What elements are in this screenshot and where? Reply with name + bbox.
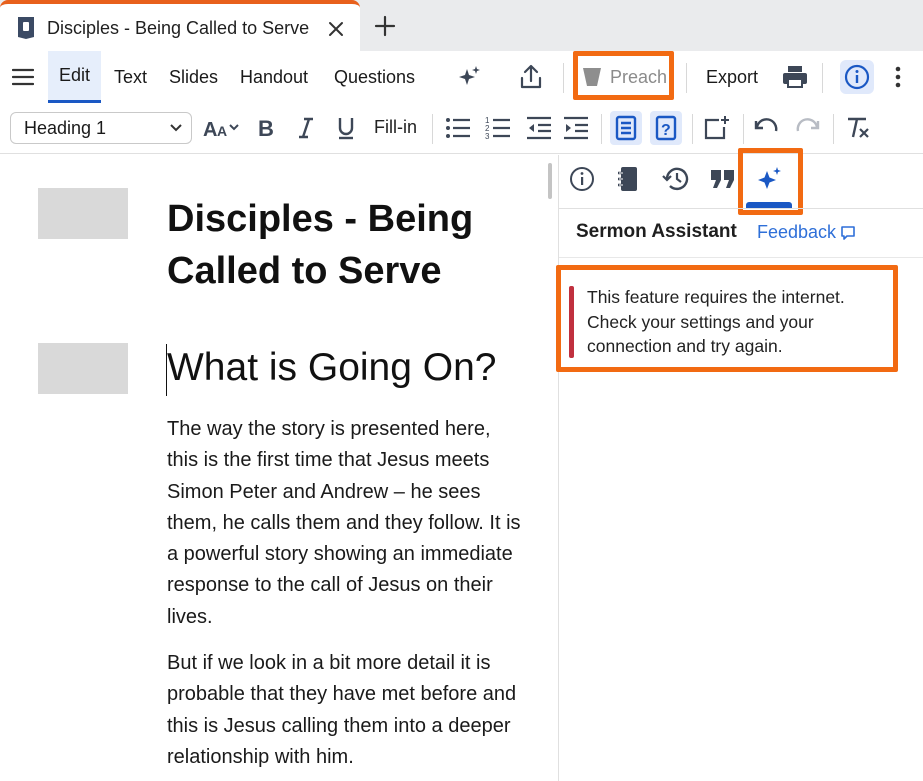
panel-tabs-divider	[559, 208, 923, 209]
format-divider	[432, 114, 433, 144]
document-editor[interactable]: Disciples - Being Called to Serve What i…	[0, 155, 545, 781]
more-vertical-icon[interactable]	[893, 51, 903, 103]
info-icon[interactable]	[569, 166, 595, 192]
slide-thumbnail[interactable]	[38, 343, 128, 394]
format-toolbar: Heading 1 A A B Fill-in 1 2 3 ?	[0, 103, 923, 154]
tab-edit[interactable]: Edit	[48, 51, 102, 103]
undo-icon[interactable]	[754, 115, 780, 141]
fill-in-button[interactable]: Fill-in	[374, 117, 417, 138]
outdent-icon[interactable]	[526, 115, 552, 141]
note-view-icon[interactable]	[610, 111, 642, 145]
redo-icon[interactable]	[794, 115, 820, 141]
main-toolbar: Edit Text Slides Handout Questions Preac…	[0, 51, 923, 103]
svg-text:3: 3	[485, 132, 490, 141]
hamburger-icon[interactable]	[12, 51, 34, 103]
chevron-down-icon	[169, 123, 183, 133]
slide-thumbnail[interactable]	[38, 188, 128, 239]
error-message: This feature requires the internet. Chec…	[587, 287, 845, 356]
tab-bar: Disciples - Being Called to Serve	[0, 0, 923, 51]
header-divider	[559, 257, 923, 258]
paragraph-style-select[interactable]: Heading 1	[10, 112, 192, 144]
question-view-icon[interactable]: ?	[650, 111, 682, 145]
underline-icon[interactable]	[336, 115, 356, 141]
tab-title: Disciples - Being Called to Serve	[47, 18, 310, 38]
format-divider	[601, 114, 602, 144]
comment-icon	[840, 225, 856, 241]
section-heading[interactable]: What is Going On?	[167, 346, 496, 390]
quote-icon[interactable]	[710, 168, 736, 190]
preach-label: Preach	[610, 66, 668, 87]
print-icon[interactable]	[782, 51, 808, 103]
svg-text:A: A	[203, 119, 217, 141]
toolbar-divider	[686, 63, 687, 93]
clear-formatting-icon[interactable]	[845, 115, 871, 141]
feedback-label: Feedback	[757, 222, 837, 242]
side-panel: Sermon Assistant Feedback This feature r…	[556, 148, 923, 781]
tab-questions[interactable]: Questions	[334, 51, 415, 103]
plus-icon[interactable]	[373, 14, 397, 38]
paragraph-style-value: Heading 1	[24, 117, 107, 138]
panel-title: Sermon Assistant	[576, 221, 737, 242]
tab-slides[interactable]: Slides	[169, 51, 218, 103]
paragraph[interactable]: But if we look in a bit more detail it i…	[167, 648, 527, 773]
tab-text[interactable]: Text	[114, 51, 147, 103]
pulpit-icon	[582, 66, 602, 88]
info-icon[interactable]	[840, 51, 874, 103]
tab-handout[interactable]: Handout	[240, 51, 308, 103]
format-divider	[692, 114, 693, 144]
feedback-link[interactable]: Feedback	[757, 222, 856, 243]
toolbar-divider	[822, 63, 823, 93]
format-divider	[743, 114, 744, 144]
sparkle-icon[interactable]	[457, 51, 483, 103]
notebook-icon[interactable]	[617, 165, 639, 193]
italic-icon[interactable]	[296, 115, 316, 141]
paragraph[interactable]: The way the story is presented here, thi…	[167, 414, 527, 633]
bulleted-list-icon[interactable]	[445, 115, 471, 141]
svg-text:?: ?	[661, 122, 671, 139]
preach-button[interactable]: Preach	[582, 51, 667, 103]
add-slide-icon[interactable]	[704, 115, 730, 141]
bold-icon[interactable]: B	[256, 115, 276, 141]
assistant-tab-highlight	[738, 148, 803, 215]
format-divider	[833, 114, 834, 144]
numbered-list-icon[interactable]: 1 2 3	[485, 115, 511, 141]
document-tab[interactable]: Disciples - Being Called to Serve	[0, 0, 360, 51]
font-size-icon[interactable]: A A	[202, 115, 244, 141]
svg-text:A: A	[217, 123, 227, 139]
svg-text:B: B	[258, 116, 274, 141]
close-icon[interactable]	[325, 18, 347, 40]
indent-icon[interactable]	[563, 115, 589, 141]
document-title[interactable]: Disciples - Being Called to Serve	[167, 193, 527, 297]
document-icon	[16, 16, 36, 40]
share-icon[interactable]	[519, 51, 543, 103]
export-button[interactable]: Export	[706, 51, 758, 103]
toolbar-divider	[563, 63, 564, 93]
history-icon[interactable]	[662, 166, 690, 192]
panel-resize-handle[interactable]	[548, 163, 552, 199]
